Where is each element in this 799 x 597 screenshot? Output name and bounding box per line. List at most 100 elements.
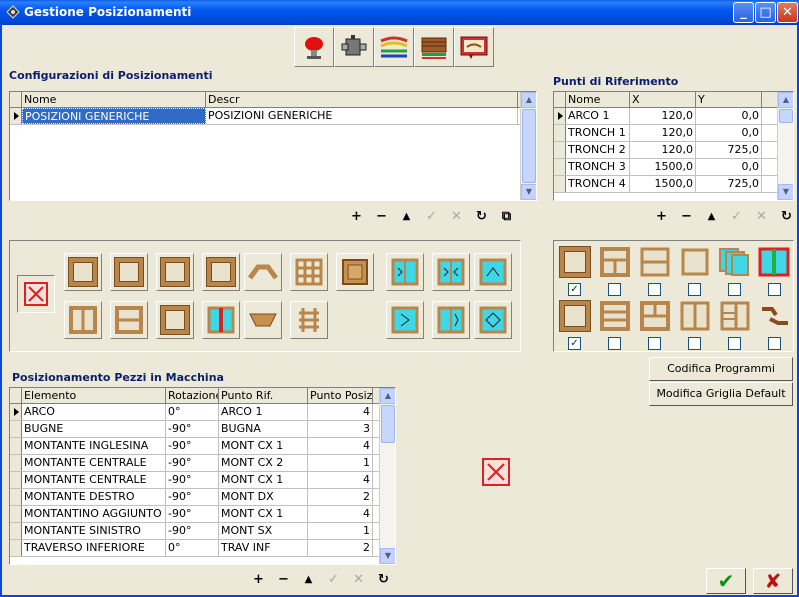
table-row[interactable]: MONTANTE INGLESINA -90° MONT CX 14	[10, 438, 395, 455]
filter-checkbox-2[interactable]	[608, 283, 621, 296]
cell-punto-rif[interactable]: MONT CX 1	[219, 472, 308, 488]
table-row[interactable]: TRAVERSO INFERIORE 0° TRAV INF 2	[10, 540, 395, 557]
cell-elemento[interactable]: BUGNE	[22, 421, 166, 437]
scroll-up-button[interactable]: ▲	[521, 92, 536, 108]
column-header-punto-posiz[interactable]: Punto Posiz.	[308, 388, 373, 403]
delete-record-button[interactable]: −	[271, 571, 296, 589]
layers-button[interactable]	[374, 27, 414, 67]
filter-frame-11[interactable]	[720, 301, 750, 334]
filter-checkbox-9[interactable]	[648, 337, 661, 350]
column-header-punto-rif[interactable]: Punto Rif.	[219, 388, 308, 403]
program-button[interactable]	[454, 27, 494, 67]
cell-punto-rif[interactable]: TRAV INF	[219, 540, 308, 556]
cell-nome[interactable]: TRONCH 3	[566, 159, 630, 175]
table-row[interactable]: MONTANTINO AGGIUNTO -90° MONT CX 14	[10, 506, 395, 523]
table-row[interactable]: MONTANTE CENTRALE -90° MONT CX 14	[10, 472, 395, 489]
cell-elemento[interactable]: TRAVERSO INFERIORE	[22, 540, 166, 556]
cell-punto-posiz[interactable]: 1	[308, 455, 373, 471]
refresh-button[interactable]: ↻	[774, 208, 799, 226]
cell-elemento[interactable]: MONTANTE CENTRALE	[22, 472, 166, 488]
cell-x[interactable]: 1500,0	[630, 176, 696, 192]
table-row[interactable]: MONTANTE SINISTRO -90° MONT SX 1	[10, 523, 395, 540]
copy-button[interactable]: ⧉	[494, 208, 519, 226]
column-header-nome[interactable]: Nome	[22, 92, 206, 107]
cell-rotazione[interactable]: -90°	[166, 489, 219, 505]
scroll-thumb[interactable]	[779, 109, 793, 123]
cell-rotazione[interactable]: -90°	[166, 472, 219, 488]
cell-descr[interactable]: POSIZIONI GENERICHE	[206, 108, 518, 124]
cell-x[interactable]: 120,0	[630, 142, 696, 158]
codifica-programmi-button[interactable]: Codifica Programmi	[649, 357, 793, 381]
column-header-x[interactable]: X	[630, 92, 696, 107]
scroll-up-button[interactable]: ▲	[778, 92, 793, 108]
cell-punto-rif[interactable]: ARCO 1	[219, 404, 308, 420]
table-row[interactable]: TRONCH 4 1500,0 725,0	[554, 176, 793, 193]
column-header-rotazione[interactable]: Rotazione	[166, 388, 219, 403]
shape-frame-5-button[interactable]	[156, 301, 194, 339]
scroll-down-button[interactable]: ▼	[380, 548, 395, 564]
cell-x[interactable]: 120,0	[630, 108, 696, 124]
delete-record-button[interactable]: −	[369, 208, 394, 226]
table-row[interactable]: TRONCH 1 120,0 0,0	[554, 125, 793, 142]
cell-nome[interactable]: TRONCH 2	[566, 142, 630, 158]
first-record-button[interactable]: ▲	[394, 208, 419, 226]
cell-elemento[interactable]: ARCO	[22, 404, 166, 420]
cell-y[interactable]: 725,0	[696, 176, 762, 192]
filter-frame-1[interactable]	[560, 247, 590, 277]
filter-checkbox-8[interactable]	[608, 337, 621, 350]
filter-checkbox-4[interactable]	[688, 283, 701, 296]
column-header-elemento[interactable]: Elemento	[22, 388, 166, 403]
scroll-down-button[interactable]: ▼	[521, 184, 536, 200]
cell-elemento[interactable]: MONTANTINO AGGIUNTO	[22, 506, 166, 522]
cancel-record-button[interactable]: ✕	[346, 571, 371, 589]
column-header-y[interactable]: Y	[696, 92, 762, 107]
glass-door-1-button[interactable]	[386, 253, 424, 291]
cell-punto-posiz[interactable]: 4	[308, 472, 373, 488]
filter-frame-8[interactable]	[600, 301, 630, 334]
shape-frame-3-button[interactable]	[156, 253, 194, 291]
cell-punto-posiz[interactable]: 4	[308, 404, 373, 420]
cell-y[interactable]: 725,0	[696, 142, 762, 158]
cell-rotazione[interactable]: -90°	[166, 506, 219, 522]
shape-panel-button[interactable]	[336, 253, 374, 291]
filter-frame-12[interactable]	[758, 301, 790, 334]
cancel-record-button[interactable]: ✕	[444, 208, 469, 226]
cell-rotazione[interactable]: -90°	[166, 523, 219, 539]
table-row[interactable]: POSIZIONI GENERICHE POSIZIONI GENERICHE	[10, 108, 536, 125]
shape-frame-1-button[interactable]	[64, 253, 102, 291]
scroll-up-button[interactable]: ▲	[380, 388, 395, 404]
glass-door-5-button[interactable]	[432, 301, 470, 339]
cell-elemento[interactable]: MONTANTE SINISTRO	[22, 523, 166, 539]
cell-y[interactable]: 0,0	[696, 125, 762, 141]
add-record-button[interactable]: +	[649, 208, 674, 226]
cell-punto-rif[interactable]: MONT CX 1	[219, 506, 308, 522]
punti-scrollbar[interactable]: ▲ ▼	[777, 92, 793, 200]
cancel-button[interactable]: ✘	[753, 568, 793, 594]
cell-elemento[interactable]: MONTANTE INGLESINA	[22, 438, 166, 454]
post-record-button[interactable]: ✓	[419, 208, 444, 226]
robot-button[interactable]	[294, 27, 334, 67]
refresh-button[interactable]: ↻	[371, 571, 396, 589]
cell-nome[interactable]: TRONCH 1	[566, 125, 630, 141]
filter-frame-6[interactable]	[758, 247, 790, 280]
cell-punto-rif[interactable]: MONT CX 1	[219, 438, 308, 454]
filter-frame-10[interactable]	[680, 301, 710, 334]
cell-punto-rif[interactable]: MONT DX	[219, 489, 308, 505]
cell-punto-posiz[interactable]: 4	[308, 506, 373, 522]
post-record-button[interactable]: ✓	[724, 208, 749, 226]
shape-red-mullion-button[interactable]	[202, 301, 240, 339]
cell-nome[interactable]: TRONCH 4	[566, 176, 630, 192]
cell-elemento[interactable]: MONTANTE CENTRALE	[22, 455, 166, 471]
filter-checkbox-10[interactable]	[688, 337, 701, 350]
column-header-descr[interactable]: Descr	[206, 92, 518, 107]
cell-y[interactable]: 0,0	[696, 159, 762, 175]
maximize-button[interactable]: □	[755, 2, 776, 23]
cell-punto-rif[interactable]: MONT SX	[219, 523, 308, 539]
cell-y[interactable]: 0,0	[696, 108, 762, 124]
shape-horizontal-button[interactable]	[110, 301, 148, 339]
cell-rotazione[interactable]: 0°	[166, 540, 219, 556]
machine-button[interactable]	[334, 27, 374, 67]
cell-rotazione[interactable]: -90°	[166, 455, 219, 471]
no-shape-button[interactable]	[17, 275, 55, 313]
glass-door-4-button[interactable]	[386, 301, 424, 339]
